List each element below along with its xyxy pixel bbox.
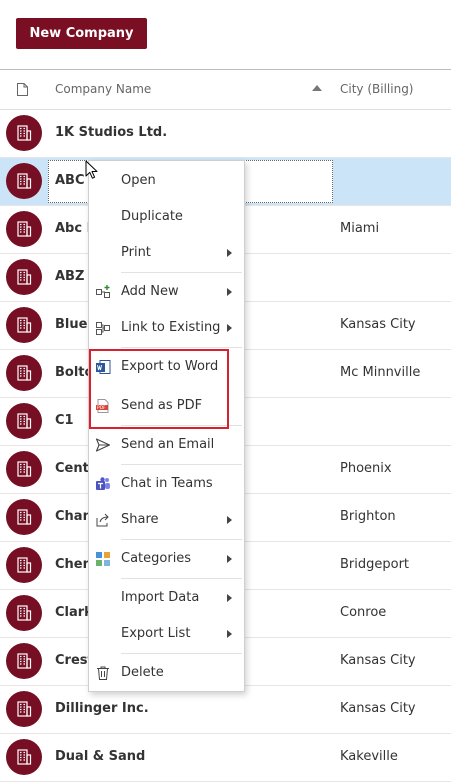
- building-icon: [17, 269, 32, 285]
- building-icon: [17, 125, 32, 141]
- company-avatar: [6, 739, 42, 775]
- company-city: Kansas City: [340, 701, 416, 716]
- company-city: Kakeville: [340, 749, 398, 764]
- company-avatar: [6, 355, 42, 391]
- company-avatar: [6, 115, 42, 151]
- company-city: Brighton: [340, 509, 396, 524]
- menu-item-delete[interactable]: Delete: [89, 656, 244, 690]
- menu-item-label: Categories: [121, 551, 192, 566]
- company-name[interactable]: Chan: [55, 509, 92, 524]
- company-avatar: [6, 211, 42, 247]
- building-icon: [17, 653, 32, 669]
- link-icon: [96, 322, 110, 335]
- company-avatar: [6, 451, 42, 487]
- company-city: Miami: [340, 221, 380, 236]
- menu-item-label: Share: [121, 512, 159, 527]
- company-avatar: [6, 259, 42, 295]
- menu-item-chat-in-teams[interactable]: Chat in Teams: [89, 467, 244, 501]
- submenu-arrow-icon: [227, 288, 232, 296]
- menu-item-label: Send an Email: [121, 437, 215, 452]
- submenu-arrow-icon: [227, 594, 232, 602]
- menu-item-label: Export List: [121, 626, 191, 641]
- menu-separator: [121, 272, 242, 273]
- company-avatar: [6, 643, 42, 679]
- building-icon: [17, 413, 32, 429]
- building-icon: [17, 749, 32, 765]
- company-name[interactable]: Dual & Sand: [55, 749, 145, 764]
- teams-icon: [96, 477, 110, 490]
- menu-item-label: Duplicate: [121, 209, 183, 224]
- company-name[interactable]: C1: [55, 413, 74, 428]
- company-city: Bridgeport: [340, 557, 410, 572]
- menu-item-print[interactable]: Print: [89, 236, 244, 270]
- company-city: Phoenix: [340, 461, 392, 476]
- menu-item-label: Add New: [121, 284, 179, 299]
- building-icon: [17, 701, 32, 717]
- company-city: Mc Minnville: [340, 365, 421, 380]
- menu-separator: [121, 347, 242, 348]
- menu-item-share[interactable]: Share: [89, 503, 244, 537]
- table-row[interactable]: Dillinger Inc. Kansas City: [0, 686, 451, 734]
- column-header-company-name[interactable]: Company Name: [55, 82, 151, 96]
- menu-separator: [121, 653, 242, 654]
- categories-icon: [96, 552, 110, 566]
- company-avatar: [6, 403, 42, 439]
- delete-icon: [97, 666, 109, 680]
- menu-item-import-data[interactable]: Import Data: [89, 581, 244, 615]
- table-row[interactable]: 1K Studios Ltd.: [0, 110, 451, 158]
- company-avatar: [6, 595, 42, 631]
- table-row[interactable]: Dual & Sand Kakeville: [0, 734, 451, 782]
- company-name[interactable]: 1K Studios Ltd.: [55, 125, 167, 140]
- document-icon: [17, 83, 28, 96]
- menu-separator: [121, 464, 242, 465]
- submenu-arrow-icon: [227, 249, 232, 257]
- grid-header: Company Name City (Billing): [0, 70, 451, 110]
- menu-item-link-to-existing[interactable]: Link to Existing: [89, 311, 244, 345]
- building-icon: [17, 317, 32, 333]
- company-avatar: [6, 499, 42, 535]
- menu-item-label: Print: [121, 245, 151, 260]
- menu-separator: [121, 539, 242, 540]
- menu-item-label: Delete: [121, 665, 164, 680]
- building-icon: [17, 509, 32, 525]
- menu-item-send-an-email[interactable]: Send an Email: [89, 428, 244, 462]
- toolbar: New Company: [0, 0, 451, 69]
- menu-item-export-list[interactable]: Export List: [89, 617, 244, 651]
- menu-item-add-new[interactable]: Add New: [89, 275, 244, 309]
- company-city: Conroe: [340, 605, 387, 620]
- submenu-arrow-icon: [227, 324, 232, 332]
- building-icon: [17, 557, 32, 573]
- company-city: Kansas City: [340, 653, 416, 668]
- company-avatar: [6, 547, 42, 583]
- company-avatar: [6, 163, 42, 199]
- share-icon: [96, 513, 109, 527]
- menu-separator: [121, 578, 242, 579]
- company-name[interactable]: Dillinger Inc.: [55, 701, 149, 716]
- building-icon: [17, 173, 32, 189]
- menu-item-label: Link to Existing: [121, 320, 221, 335]
- building-icon: [17, 365, 32, 381]
- building-icon: [17, 221, 32, 237]
- add-new-icon: [96, 285, 110, 298]
- highlight-box: [89, 349, 229, 429]
- new-company-button[interactable]: New Company: [16, 18, 147, 49]
- menu-item-label: Chat in Teams: [121, 476, 213, 491]
- submenu-arrow-icon: [227, 630, 232, 638]
- submenu-arrow-icon: [227, 516, 232, 524]
- column-header-city[interactable]: City (Billing): [340, 82, 414, 96]
- sort-ascending-icon[interactable]: [312, 85, 322, 91]
- send-icon: [95, 438, 111, 452]
- menu-item-open[interactable]: Open: [89, 164, 244, 198]
- company-city: Kansas City: [340, 317, 416, 332]
- building-icon: [17, 605, 32, 621]
- menu-item-label: Open: [121, 173, 156, 188]
- building-icon: [17, 461, 32, 477]
- menu-item-duplicate[interactable]: Duplicate: [89, 200, 244, 234]
- menu-item-label: Import Data: [121, 590, 200, 605]
- menu-item-categories[interactable]: Categories: [89, 542, 244, 576]
- mouse-pointer-icon: [85, 160, 98, 179]
- submenu-arrow-icon: [227, 555, 232, 563]
- company-avatar: [6, 307, 42, 343]
- company-avatar: [6, 691, 42, 727]
